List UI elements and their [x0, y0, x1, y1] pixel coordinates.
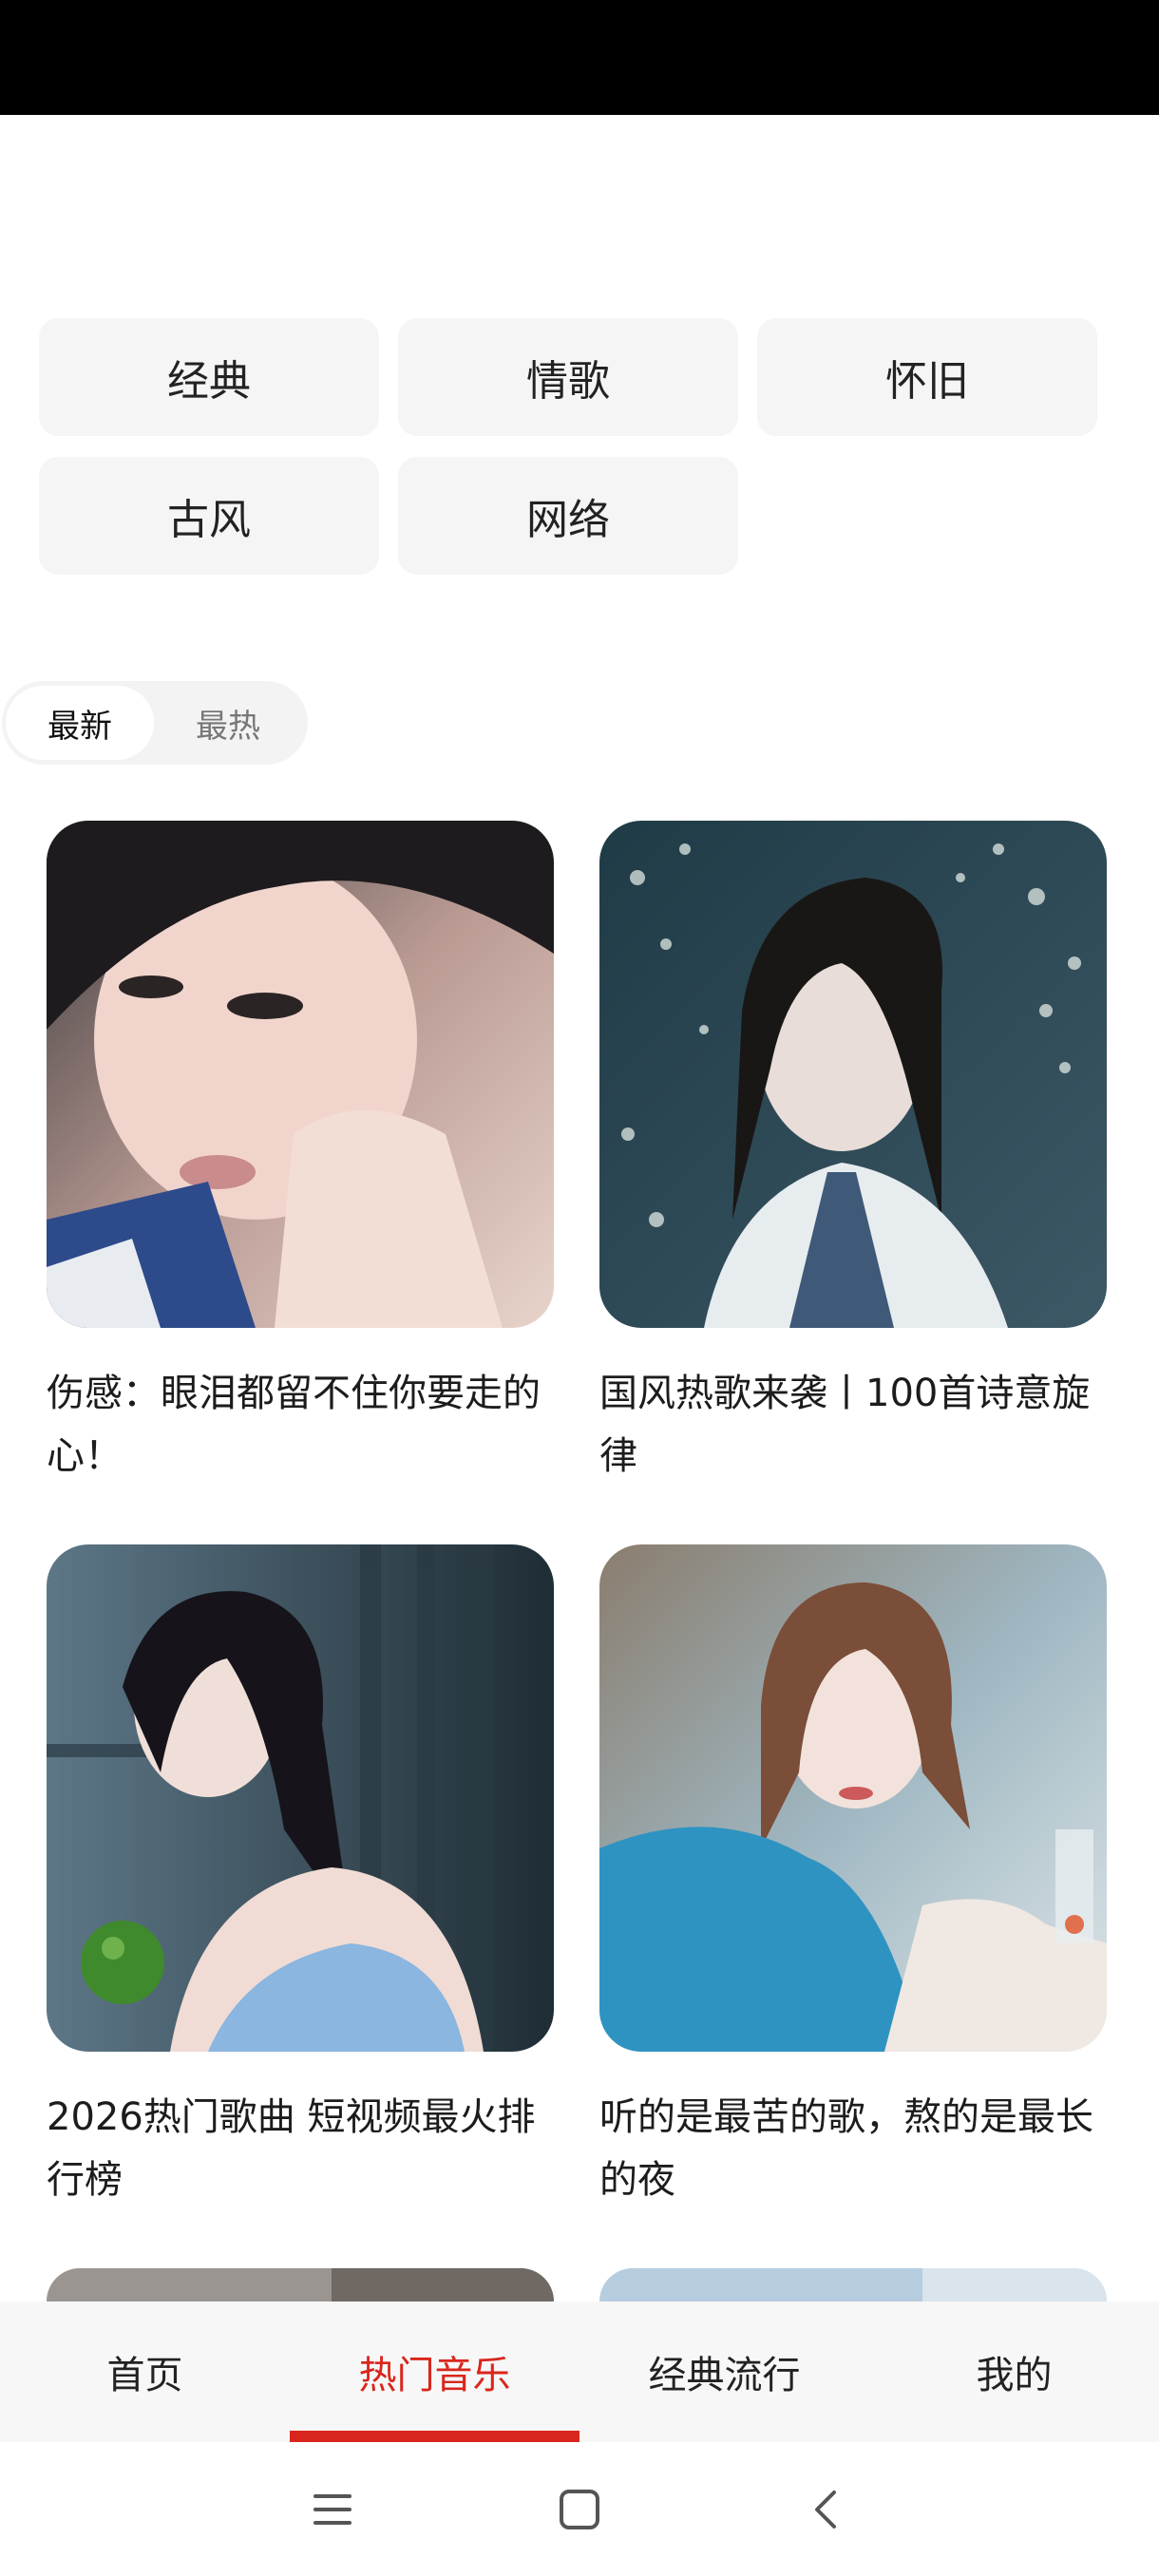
playlist-cover-image[interactable] — [599, 1544, 1107, 2052]
tab-mine[interactable]: 我的 — [869, 2301, 1159, 2442]
playlist-cover-image[interactable] — [599, 821, 1107, 1328]
back-chevron-icon[interactable] — [703, 2462, 950, 2557]
playlist-card[interactable]: 伤感：眼泪都留不住你要走的心！ — [47, 821, 554, 1487]
tab-classic-pop[interactable]: 经典流行 — [580, 2301, 869, 2442]
category-chip-classic[interactable]: 经典 — [39, 318, 379, 436]
playlist-cover-image[interactable] — [47, 1544, 554, 2052]
home-square-icon[interactable] — [456, 2462, 703, 2557]
playlist-title[interactable]: 国风热歌来袭丨100首诗意旋律 — [599, 1362, 1107, 1487]
category-chip-ancient-style[interactable]: 古风 — [39, 457, 379, 575]
playlist-card-partial[interactable] — [599, 2268, 1107, 2301]
system-navigation-bar — [0, 2442, 1159, 2576]
playlist-title[interactable]: 2026热门歌曲 短视频最火排行榜 — [47, 2086, 554, 2211]
playlist-card[interactable]: 2026热门歌曲 短视频最火排行榜 — [47, 1544, 554, 2211]
playlist-card-partial[interactable] — [47, 2268, 554, 2301]
active-tab-indicator — [290, 2431, 580, 2442]
menu-icon[interactable] — [209, 2462, 456, 2557]
category-chip-love-songs[interactable]: 情歌 — [398, 318, 738, 436]
playlist-title[interactable]: 听的是最苦的歌，熬的是最长的夜 — [599, 2086, 1107, 2211]
sort-option-hottest[interactable]: 最热 — [154, 686, 302, 760]
tab-home[interactable]: 首页 — [0, 2301, 290, 2442]
tab-hot-music-label: 热门音乐 — [358, 2354, 511, 2397]
playlist-title[interactable]: 伤感：眼泪都留不住你要走的心！ — [47, 1362, 554, 1487]
playlist-cover-image[interactable] — [47, 821, 554, 1328]
sort-toggle: 最新 最热 — [2, 681, 308, 765]
playlist-cover-image[interactable] — [47, 2268, 554, 2301]
playlist-cover-image[interactable] — [599, 2268, 1107, 2301]
category-grid: 经典 情歌 怀旧 古风 网络 — [39, 318, 1100, 575]
playlist-card[interactable]: 听的是最苦的歌，熬的是最长的夜 — [599, 1544, 1107, 2211]
bottom-tab-bar: 首页 热门音乐 经典流行 我的 — [0, 2301, 1159, 2442]
status-bar — [0, 0, 1159, 115]
playlist-card[interactable]: 国风热歌来袭丨100首诗意旋律 — [599, 821, 1107, 1487]
sort-option-newest[interactable]: 最新 — [6, 686, 154, 760]
category-chip-nostalgia[interactable]: 怀旧 — [757, 318, 1097, 436]
category-chip-internet[interactable]: 网络 — [398, 457, 738, 575]
tab-hot-music[interactable]: 热门音乐 — [290, 2301, 580, 2442]
